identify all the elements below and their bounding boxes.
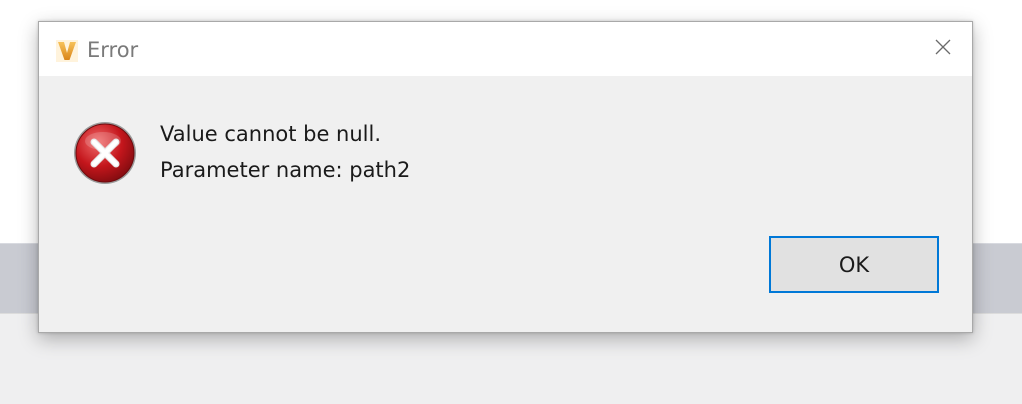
error-x-icon: [73, 121, 137, 185]
error-message-line-1: Value cannot be null.: [160, 122, 382, 146]
ok-button[interactable]: OK: [769, 236, 939, 293]
dialog-title: Error: [87, 38, 139, 62]
error-message-line-2: Parameter name: path2: [160, 158, 411, 182]
dialog-titlebar: Error: [39, 22, 972, 76]
close-icon: [935, 39, 951, 59]
close-button[interactable]: [914, 22, 972, 76]
v-logo-icon: [56, 40, 78, 62]
error-dialog: Error Value cannot be null. Parameter na…: [38, 21, 973, 333]
